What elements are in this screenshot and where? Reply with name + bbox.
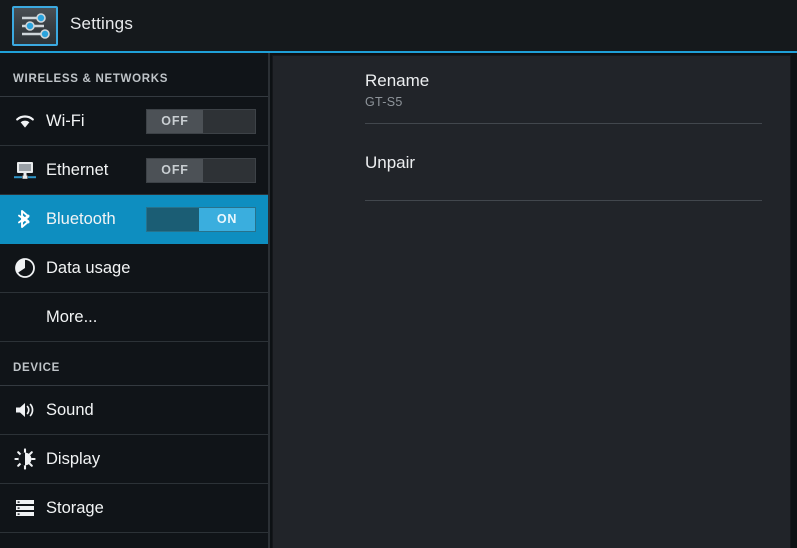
sidebar-item-label: Storage <box>46 498 104 517</box>
wifi-icon <box>10 112 40 130</box>
section-header-wireless: WIRELESS & NETWORKS <box>0 53 268 97</box>
settings-sliders-icon[interactable] <box>12 6 58 46</box>
pref-spacer <box>273 124 790 138</box>
settings-sliders-glyph <box>22 13 50 39</box>
sidebar-item-bluetooth[interactable]: Bluetooth ON <box>0 195 268 244</box>
sidebar-item-sound[interactable]: Sound <box>0 386 268 435</box>
section-header-device: DEVICE <box>0 342 268 386</box>
wifi-toggle[interactable]: OFF <box>146 109 256 134</box>
pref-title: Rename <box>365 71 430 90</box>
sidebar-item-label: Display <box>46 449 101 468</box>
bluetooth-toggle[interactable]: ON <box>146 207 256 232</box>
bluetooth-icon <box>10 208 40 230</box>
settings-sidebar[interactable]: WIRELESS & NETWORKS Wi-Fi OFF Ethernet O… <box>0 53 270 548</box>
display-brightness-icon <box>10 448 40 470</box>
sidebar-item-label: More... <box>46 307 98 326</box>
sidebar-item-label: Bluetooth <box>46 209 116 228</box>
sidebar-item-more[interactable]: More... <box>0 293 268 342</box>
toggle-thumb: OFF <box>147 110 203 133</box>
sidebar-item-ethernet[interactable]: Ethernet OFF <box>0 146 268 195</box>
sound-speaker-icon <box>10 400 40 420</box>
settings-screen: Settings WIRELESS & NETWORKS Wi-Fi OFF E… <box>0 0 797 548</box>
sidebar-item-wifi[interactable]: Wi-Fi OFF <box>0 97 268 146</box>
sidebar-item-storage[interactable]: Storage <box>0 484 268 533</box>
sidebar-item-label: Ethernet <box>46 160 109 179</box>
sidebar-item-data-usage[interactable]: Data usage <box>0 244 268 293</box>
ethernet-icon <box>10 160 40 180</box>
toggle-thumb: OFF <box>147 159 203 182</box>
pref-spacer <box>273 186 790 200</box>
pref-divider <box>365 200 762 201</box>
storage-stack-icon <box>10 498 40 518</box>
bluetooth-detail-panel: Rename GT-S5 Unpair <box>272 55 791 548</box>
toggle-thumb: ON <box>199 208 255 231</box>
sidebar-item-label: Wi-Fi <box>46 111 85 130</box>
pref-rename[interactable]: Rename GT-S5 <box>273 56 790 123</box>
pref-unpair[interactable]: Unpair <box>273 138 790 186</box>
sidebar-item-display[interactable]: Display <box>0 435 268 484</box>
pref-title: Unpair <box>365 153 416 172</box>
app-title: Settings <box>70 14 134 33</box>
sidebar-item-label: Data usage <box>46 258 131 277</box>
pref-summary: GT-S5 <box>365 95 403 109</box>
ethernet-toggle[interactable]: OFF <box>146 158 256 183</box>
sidebar-item-label: Sound <box>46 400 94 419</box>
action-bar: Settings <box>0 0 797 53</box>
data-usage-pie-icon <box>10 257 40 279</box>
